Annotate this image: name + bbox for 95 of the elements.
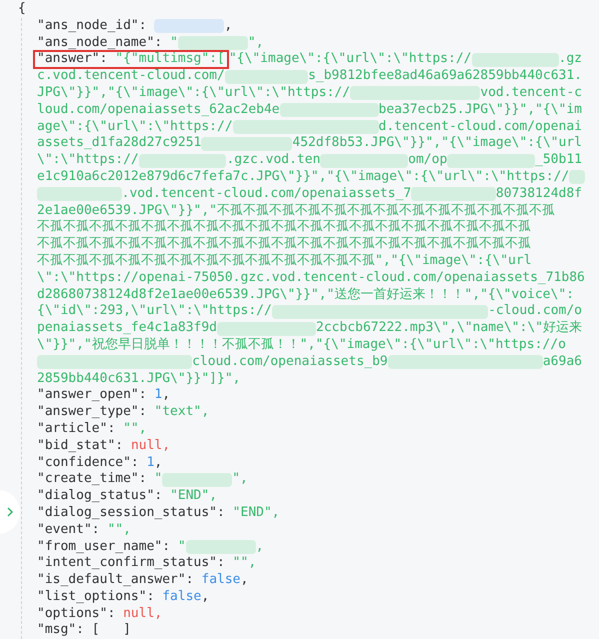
json-string: a69a6 — [542, 354, 582, 371]
punctuation: : — [217, 504, 226, 522]
chevron-right-icon — [7, 507, 13, 517]
json-string: "", — [123, 420, 147, 438]
json-key: "article" — [37, 420, 108, 438]
json-string: assets_d1fa28d27c9251 — [37, 135, 202, 152]
json-string: 80738124d8f — [496, 186, 582, 203]
json-key: "answer_type" — [37, 404, 139, 421]
json-key: "bid_stat" — [37, 438, 116, 455]
json-string: "text", — [154, 404, 210, 421]
json-string: 不孤不孤不孤不孤不孤不孤不孤不孤不孤不孤不孤不孤不孤不孤不孤不孤不孤不孤不孤 — [37, 236, 531, 253]
json-string: bea37ecb25.JPG\"}}","{\"im — [378, 102, 582, 119]
json-key: "event" — [37, 522, 92, 538]
json-string: cloud.com/openaiassets_b9 — [192, 354, 388, 371]
punctuation: : — [130, 454, 140, 472]
json-key: "confidence" — [37, 454, 131, 472]
punctuation: : [ ] — [76, 622, 131, 639]
punctuation: : — [107, 606, 116, 622]
json-key: "dialog_status" — [37, 488, 154, 505]
json-string: _50b11 — [535, 152, 582, 169]
json-string: \":\"https://openai-75050.gzc.vod.tencent-cloud.com/openaiassets_71b86 — [37, 270, 585, 287]
json-boolean: false — [201, 572, 241, 589]
json-string: " — [154, 471, 162, 488]
json-string: "{"multimsg":[ — [115, 51, 225, 68]
punctuation: : — [138, 471, 148, 488]
punctuation: : — [92, 522, 101, 538]
json-string: vod.tencent-c — [480, 84, 582, 102]
json-string: -cloud.com/o — [488, 303, 582, 320]
json-key: "options" — [37, 606, 108, 622]
json-key: "create_time" — [37, 471, 139, 488]
punctuation: : — [138, 404, 148, 421]
json-key: "from_user_name" — [37, 538, 162, 556]
json-string: om/op — [408, 152, 448, 169]
json-null: null, — [130, 438, 170, 455]
json-string: .gzc.vod.ten — [226, 152, 320, 169]
json-string: 不孤不孤不孤不孤不孤不孤不孤不孤不孤不孤不孤不孤不孤","{\"image\":{\"url — [37, 252, 532, 270]
json-string: age\":{\"url\":\"https:// — [37, 118, 233, 136]
json-key: "dialog_session_status" — [37, 504, 218, 522]
json-brace: { — [18, 1, 26, 18]
json-string: ", — [248, 34, 264, 52]
json-string: ", — [232, 471, 248, 488]
json-string: JPG\"}}","{\"image\":{\"url\":\"https:// — [37, 84, 350, 102]
json-key: "list_options" — [37, 588, 147, 606]
punctuation: : — [154, 34, 164, 52]
json-key: "answer_open" — [37, 387, 139, 404]
json-string: s_b9812bfee8ad46a69a62859bb440c631. — [308, 68, 582, 85]
json-string: {\"id\":293,\"url\":\"https:// — [37, 303, 272, 320]
punctuation: : — [107, 420, 116, 438]
json-number: 1 — [146, 454, 154, 472]
json-string: c.vod.tencent-cloud.com/ — [37, 68, 225, 85]
punctuation: , — [162, 387, 170, 404]
json-string: "", — [107, 522, 131, 538]
json-string: "END", — [170, 488, 218, 505]
json-boolean: false — [162, 588, 202, 606]
punctuation: , — [224, 18, 232, 35]
json-string: " — [170, 34, 178, 52]
json-string: "END", — [232, 504, 280, 522]
json-number: 1 — [154, 387, 162, 404]
json-string: 2e1ae00e6539.JPG\"}}","不孤不孤不孤不孤不孤不孤不孤不孤不孤不孤不孤不孤不孤 — [37, 202, 556, 220]
punctuation: : — [100, 51, 108, 68]
json-string: d.tencent-cloud.com/openai — [378, 118, 582, 136]
json-key: "intent_confirm_status" — [37, 555, 218, 572]
punctuation: : — [154, 488, 164, 505]
json-key: "is_default_answer" — [37, 572, 186, 589]
punctuation: , — [240, 572, 248, 589]
json-null: null, — [123, 606, 162, 622]
json-string: \"}}","祝您早日脱单！！！！不孤不孤！！","{\"image\":{\"url\":\"https://o — [37, 336, 566, 354]
json-string: " — [178, 538, 186, 556]
punctuation: : — [146, 588, 156, 606]
punctuation: : — [217, 555, 226, 572]
json-key: "ans_node_id" — [37, 18, 139, 35]
json-string: 不孤不孤不孤不孤不孤不孤不孤不孤不孤不孤不孤不孤不孤不孤不孤不孤不孤不孤不孤 — [37, 219, 531, 236]
punctuation: : — [138, 18, 148, 35]
json-string: .vod.tencent-cloud.com/openaiassets_7 — [122, 186, 412, 203]
punctuation: : — [162, 538, 172, 556]
punctuation: : — [115, 438, 124, 455]
json-string: , — [256, 538, 264, 556]
json-string: "", — [232, 555, 256, 572]
json-string: 2ccbcb67222.mp3\",\"name\":\"好运来 — [316, 320, 582, 337]
punctuation: , — [154, 454, 162, 472]
json-string: d28680738124d8f2e1ae00e6539.JPG\"}}","送您一首好运来！！！","{\"voice\": — [37, 286, 574, 304]
json-string: 452df8b53.JPG\"}}","{\"image\":{\"url — [292, 135, 582, 152]
json-string: e1c910a6c2012e879d6c7fefa7c.JPG\"}}","{\"image\":{\"url\":\"https:// — [37, 168, 570, 186]
json-string: loud.com/openaiassets_62ac2eb4e — [37, 102, 280, 119]
json-string: .gz — [558, 51, 582, 68]
json-key: "answer" — [37, 51, 100, 68]
json-string: \":\"https:// — [37, 152, 139, 169]
json-key: "ans_node_name" — [37, 34, 154, 52]
json-string: penaiassets_fe4c1a83f9d — [37, 320, 218, 337]
punctuation: : — [138, 387, 148, 404]
punctuation: : — [186, 572, 195, 589]
json-key: "msg" — [37, 622, 76, 639]
punctuation: , — [201, 588, 210, 606]
json-string: 2859bb440c631.JPG\"}}"]}", — [37, 370, 240, 388]
json-string: "{\"image\":{\"url\":\"https:// — [228, 51, 472, 68]
